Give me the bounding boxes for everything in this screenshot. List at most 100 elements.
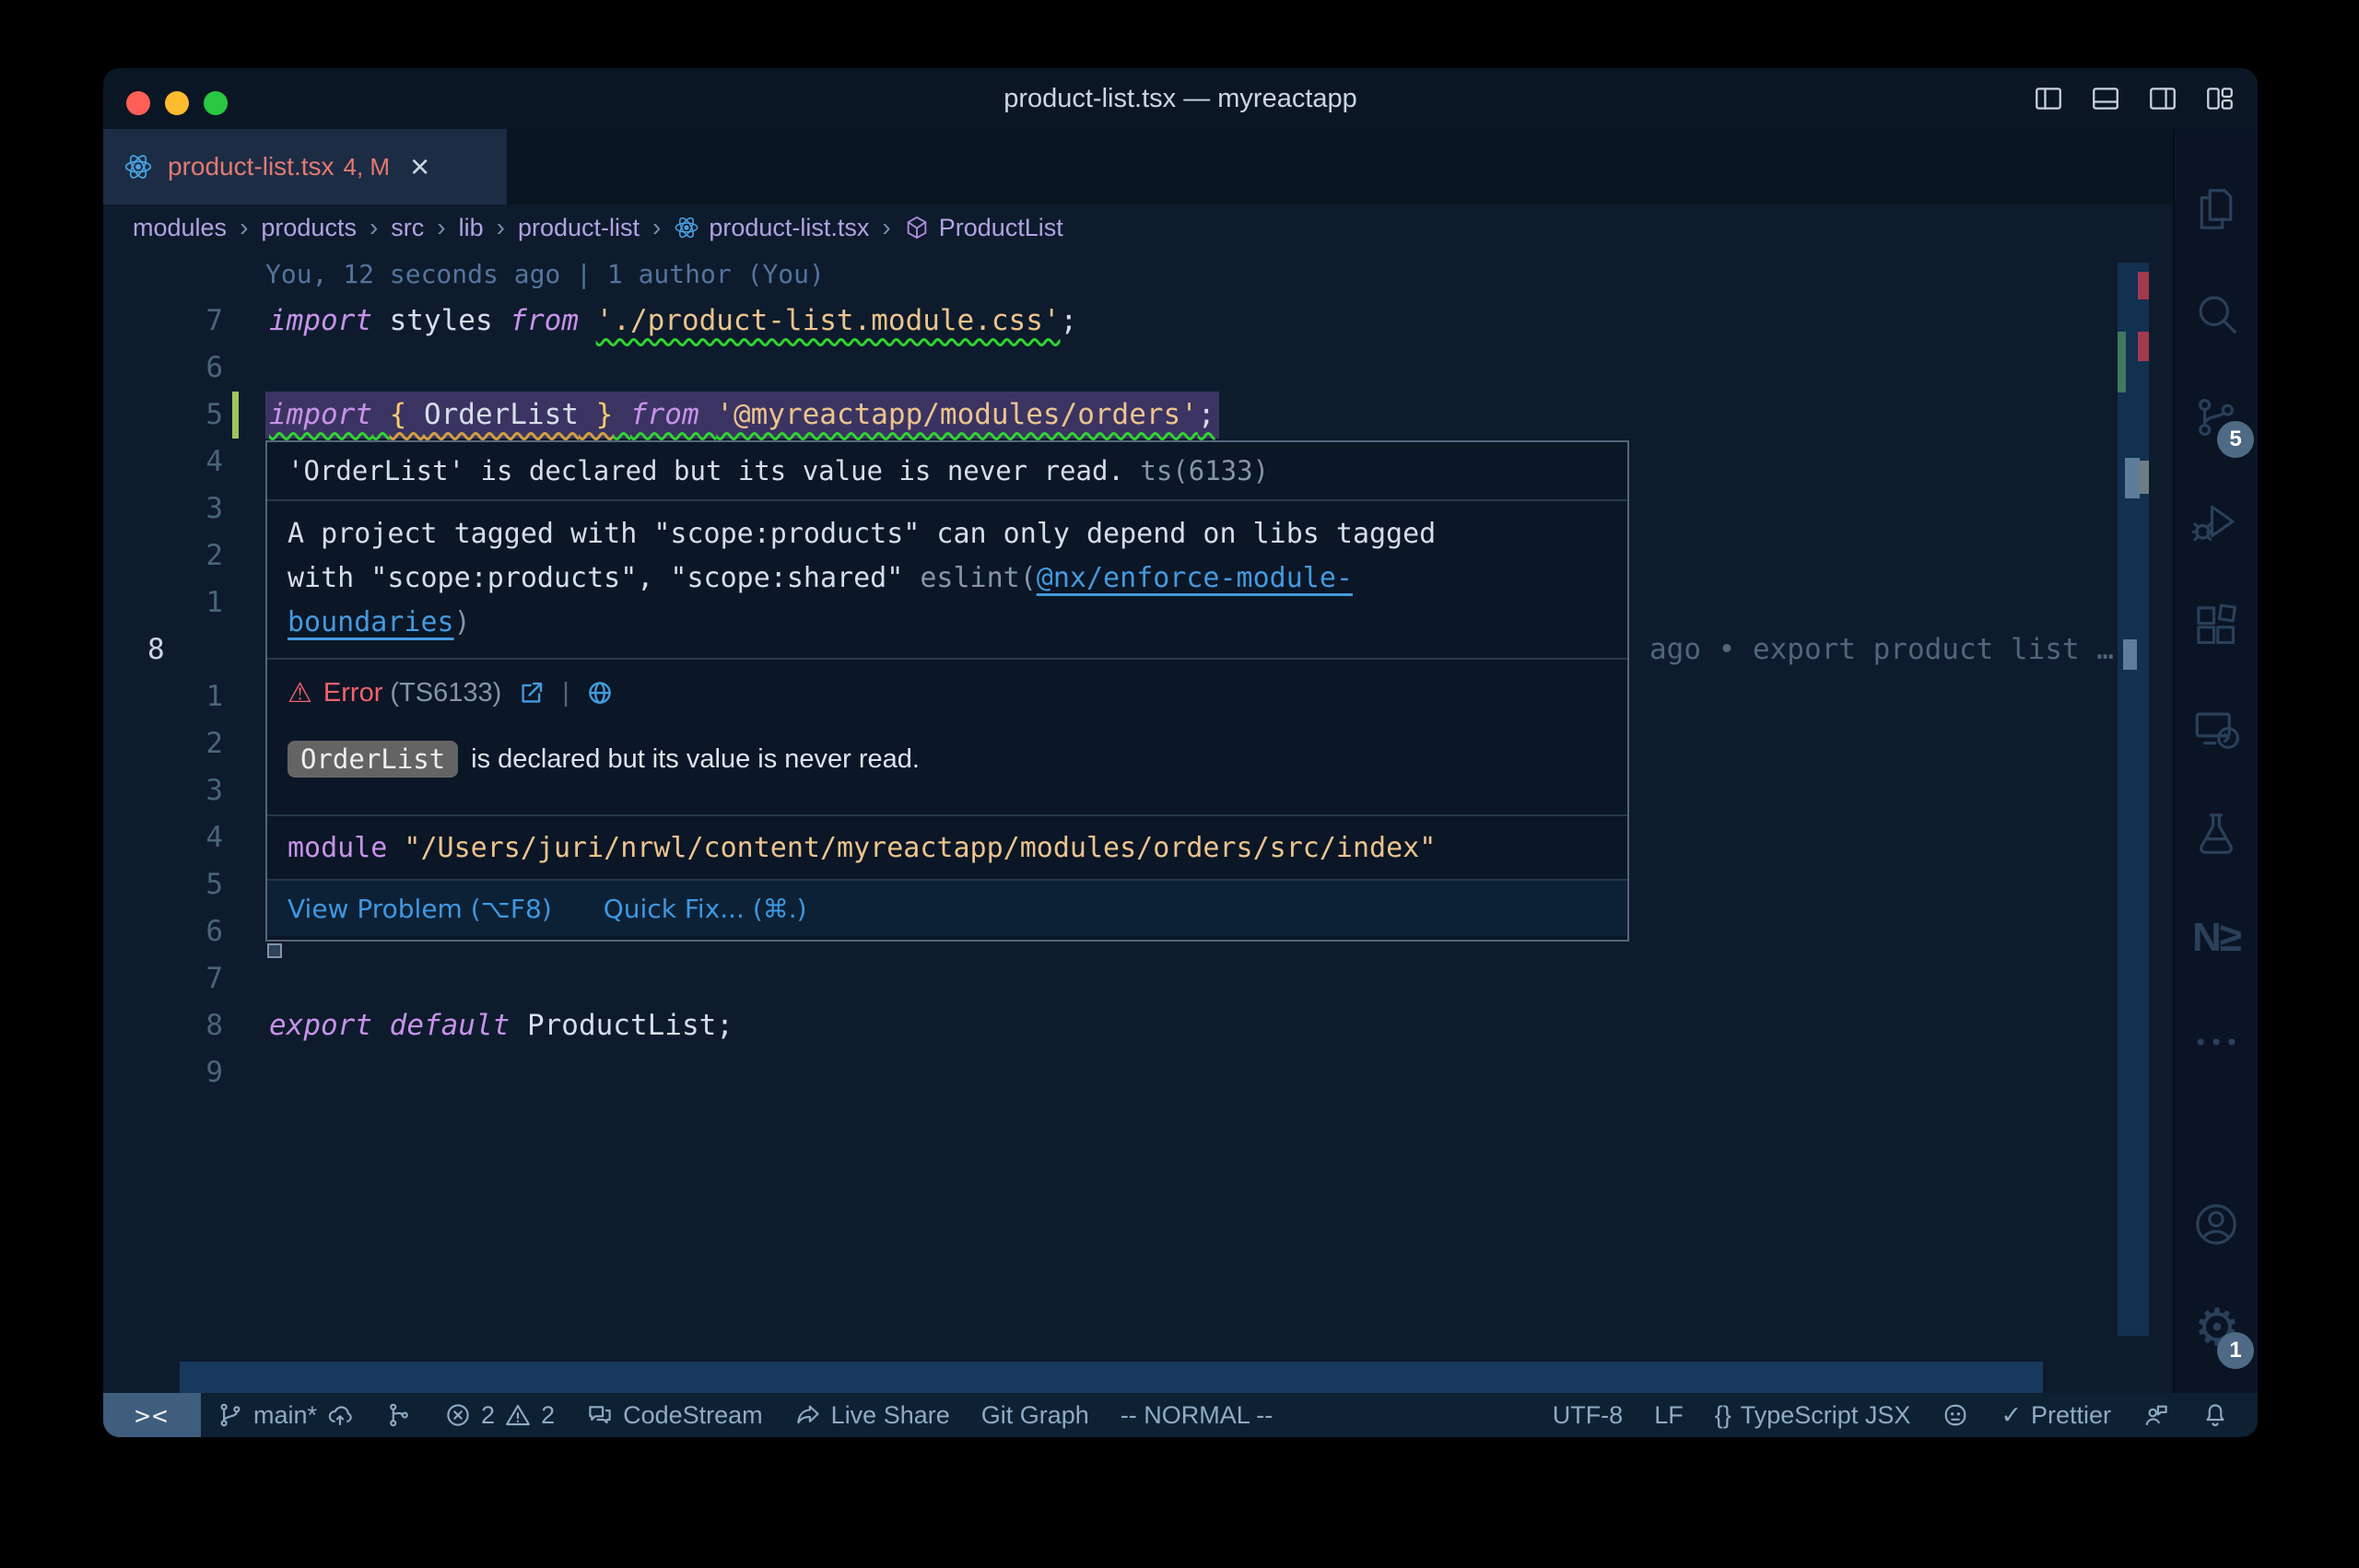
overview-error-mark (2138, 332, 2149, 361)
search-button[interactable] (2175, 261, 2258, 365)
status-eol[interactable]: LF (1638, 1393, 1699, 1437)
breadcrumb-item-products[interactable]: products (261, 214, 357, 242)
view-problem-link[interactable]: View Problem (⌥F8) (288, 894, 552, 924)
blame-row: You, 12 seconds ago | 1 author (You) (103, 251, 2173, 298)
breadcrumb-item-modules[interactable]: modules (133, 214, 227, 242)
source-control-button[interactable]: 5 (2175, 365, 2258, 469)
status-feedback[interactable] (2127, 1393, 2186, 1437)
customize-layout-icon[interactable] (2204, 83, 2236, 114)
code-token: { (390, 398, 424, 431)
status-encoding[interactable]: UTF-8 (1537, 1393, 1639, 1437)
line-number[interactable]: 8 (103, 1002, 265, 1049)
code-line-content (265, 345, 273, 392)
toggle-panel-icon[interactable] (2090, 83, 2121, 114)
files-button[interactable] (2175, 157, 2258, 261)
close-window-button[interactable] (126, 91, 150, 115)
status-prettier-label: ✓ (2001, 1401, 2022, 1430)
vertical-scrollbar[interactable] (2118, 263, 2149, 1336)
more-views-button[interactable] (2175, 989, 2258, 1094)
line-number[interactable]: 7 (103, 298, 265, 345)
breadcrumb-item-product-list[interactable]: product-list (518, 214, 640, 242)
test-button[interactable] (2175, 781, 2258, 885)
code-line[interactable]: 6 (103, 345, 2173, 392)
code-line[interactable]: 9 (103, 1049, 2173, 1096)
breadcrumb-item-src[interactable]: src (391, 214, 424, 242)
status-git-graph[interactable]: Git Graph (966, 1393, 1105, 1437)
breadcrumb-item-productlist[interactable]: ProductList (904, 214, 1063, 242)
status-vim-mode[interactable]: -- NORMAL -- (1105, 1393, 1288, 1437)
settings-gear-button[interactable]: ⚙1 (2175, 1276, 2258, 1380)
badge-count: 5 (2217, 421, 2254, 458)
overview-git-added-mark (2118, 332, 2126, 392)
run-debug-button[interactable] (2175, 469, 2258, 573)
status-language[interactable]: {}TypeScript JSX (1699, 1393, 1927, 1437)
code-token: ProductList; (510, 1009, 734, 1042)
line-number[interactable]: 5 (103, 392, 265, 439)
status-live-share-label: Live Share (831, 1401, 950, 1430)
code-line[interactable]: 5import { OrderList } from '@myreactapp/… (103, 392, 2173, 439)
horizontal-scrollbar[interactable] (180, 1362, 2043, 1393)
account-icon (2191, 1199, 2241, 1249)
zoom-window-button[interactable] (204, 91, 228, 115)
breadcrumb-item-lib[interactable]: lib (459, 214, 484, 242)
extensions-button[interactable] (2175, 573, 2258, 677)
line-number[interactable]: 1 (103, 579, 265, 626)
line-number[interactable]: 4 (103, 439, 265, 486)
close-tab-icon[interactable]: × (410, 150, 429, 183)
tab-product-list[interactable]: product-list.tsx 4, M × (103, 129, 507, 205)
remote-explorer-button[interactable] (2175, 677, 2258, 781)
code-token: import (269, 304, 372, 337)
status-live-share[interactable]: Live Share (779, 1393, 966, 1437)
status-prettier[interactable]: ✓Prettier (1985, 1393, 2127, 1437)
code-line[interactable]: 7import styles from './product-list.modu… (103, 298, 2173, 345)
overview-error-mark (2138, 272, 2149, 299)
line-number[interactable]: 5 (103, 861, 265, 908)
line-number[interactable]: 6 (103, 908, 265, 955)
title-bar[interactable]: product-list.tsx — myreactapp (103, 68, 2258, 129)
code-line[interactable]: 8export default ProductList; (103, 1002, 2173, 1049)
toggle-secondary-sidebar-icon[interactable] (2147, 83, 2178, 114)
status-git-branch[interactable]: main* (201, 1393, 370, 1437)
error-detail-section: ⚠ Error (TS6133) | OrderList is declared… (267, 660, 1627, 816)
status-encoding-label: UTF-8 (1553, 1401, 1624, 1430)
status-problems-label: 2 (481, 1401, 495, 1430)
status-language-label: TypeScript JSX (1741, 1401, 1911, 1430)
code-token: from (510, 304, 579, 337)
code-token (372, 398, 390, 431)
line-number[interactable]: 7 (103, 955, 265, 1002)
account-button[interactable] (2175, 1172, 2258, 1276)
hover-resize-grip[interactable] (267, 943, 282, 958)
breadcrumb-label: modules (133, 214, 227, 242)
react-icon (674, 215, 699, 240)
status-notifications[interactable] (2186, 1393, 2245, 1437)
status-compare-branch[interactable] (370, 1393, 428, 1437)
line-number[interactable]: 2 (103, 720, 265, 767)
files-icon (2191, 184, 2241, 234)
status-bar: >< main* 22CodeStream Live Share Git Graph-… (103, 1393, 2258, 1437)
open-error-external-icon[interactable] (518, 679, 546, 707)
activity-bar: 5 N≥ ⚙1 (2173, 129, 2258, 1393)
status-codestream[interactable]: CodeStream (570, 1393, 779, 1437)
line-number[interactable]: 3 (103, 486, 265, 532)
quick-fix-link[interactable]: Quick Fix... (⌘.) (604, 894, 807, 924)
error-docs-globe-icon[interactable] (586, 679, 614, 707)
cloud-upload-icon (326, 1401, 354, 1429)
line-number[interactable]: 8 (103, 626, 265, 673)
line-number[interactable]: 1 (103, 673, 265, 720)
line-number[interactable]: 2 (103, 532, 265, 579)
toggle-primary-sidebar-icon[interactable] (2033, 83, 2064, 114)
line-number[interactable]: 6 (103, 345, 265, 392)
code-line-content (265, 955, 273, 1002)
line-number[interactable]: 9 (103, 1049, 265, 1096)
nx-console-button[interactable]: N≥ (2175, 885, 2258, 989)
code-line[interactable]: 7 (103, 955, 2173, 1002)
breadcrumb-item-product-list-tsx[interactable]: product-list.tsx (674, 214, 869, 242)
line-number[interactable]: 4 (103, 814, 265, 861)
remote-indicator[interactable]: >< (103, 1393, 201, 1437)
code-line-content: import { OrderList } from '@myreactapp/m… (265, 392, 1219, 439)
status-problems[interactable]: 22 (428, 1393, 570, 1437)
line-number[interactable]: 3 (103, 767, 265, 814)
status-github[interactable] (1926, 1393, 1985, 1437)
minimize-window-button[interactable] (165, 91, 189, 115)
code-token: ; (1061, 304, 1078, 337)
